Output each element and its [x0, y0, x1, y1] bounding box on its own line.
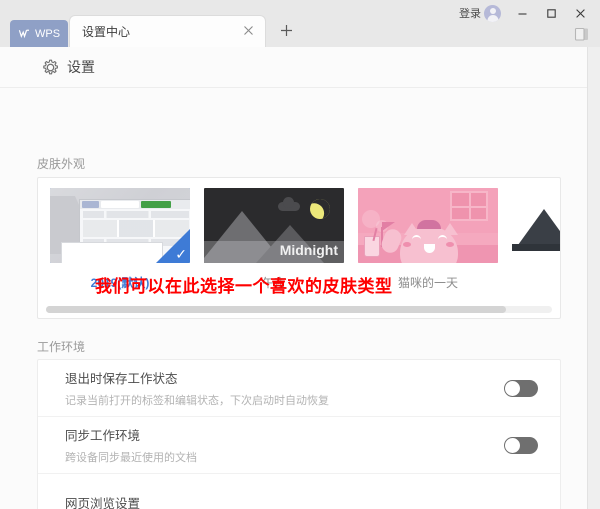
wps-settings-window: WPS 设置中心 登录 设置 皮肤外观 ✓ 2019(默认) Midnight …	[0, 0, 600, 509]
setting-row-save-state[interactable]: 退出时保存工作状态 记录当前打开的标签和编辑状态，下次启动时自动恢复	[38, 360, 560, 417]
toggle-sync-env[interactable]	[504, 436, 538, 454]
skin-art-caption-midnight: Midnight	[279, 242, 338, 258]
maximize-button[interactable]	[538, 1, 565, 25]
skin-thumb-cat[interactable]	[358, 188, 498, 263]
title-bar: WPS 设置中心 登录	[0, 0, 600, 47]
setting-sub-sync-env: 跨设备同步最近使用的文档	[65, 452, 197, 464]
setting-title-save-state: 退出时保存工作状态	[65, 372, 178, 386]
minimize-button[interactable]	[509, 1, 536, 25]
skin-thumb-midnight[interactable]: Midnight	[204, 188, 344, 263]
annotation-text: 我们可以在此选择一个喜欢的皮肤类型	[95, 277, 393, 296]
window-right-gutter	[588, 47, 600, 509]
gear-icon	[42, 59, 59, 76]
setting-title-sync-env: 同步工作环境	[65, 429, 141, 443]
work-settings-card: 退出时保存工作状态 记录当前打开的标签和编辑状态，下次启动时自动恢复 同步工作环…	[37, 359, 561, 509]
skin-thumb-2019[interactable]: ✓	[50, 188, 190, 263]
new-tab-button[interactable]	[275, 19, 297, 47]
page-header: 设置	[0, 47, 587, 88]
toggle-save-state[interactable]	[504, 379, 538, 397]
avatar-icon[interactable]	[484, 4, 501, 22]
cloud-icon	[278, 197, 300, 211]
login-button[interactable]: 登录	[459, 4, 501, 22]
tab-settings-center[interactable]: 设置中心	[70, 16, 265, 47]
moon-icon	[307, 196, 333, 222]
tab-wps-home[interactable]: WPS	[10, 20, 68, 47]
check-icon: ✓	[175, 246, 187, 262]
setting-row-web-browse[interactable]: 网页浏览设置	[38, 474, 560, 509]
side-panel-icon[interactable]	[574, 27, 590, 42]
wps-logo-icon	[18, 27, 32, 41]
skin-thumb-partial[interactable]	[512, 188, 560, 263]
tab-wps-label: WPS	[34, 27, 61, 40]
login-label: 登录	[459, 8, 481, 20]
page-title: 设置	[67, 59, 95, 75]
setting-title-web-browse: 网页浏览设置	[65, 496, 141, 509]
window-controls: 登录	[459, 0, 594, 26]
work-section-label: 工作环境	[37, 340, 86, 354]
setting-sub-save-state: 记录当前打开的标签和编辑状态，下次启动时自动恢复	[65, 395, 329, 407]
skin-gallery: ✓ 2019(默认) Midnight 午夜 猫咪的一天	[37, 177, 561, 319]
skin-gallery-scrollbar[interactable]	[46, 306, 552, 313]
skin-item-partial[interactable]	[512, 188, 560, 291]
skin-section-label: 皮肤外观	[37, 157, 86, 171]
skin-gallery-scrollbar-thumb[interactable]	[46, 306, 506, 313]
close-icon[interactable]	[241, 25, 255, 39]
tab-settings-center-label: 设置中心	[82, 25, 131, 39]
close-window-button[interactable]	[567, 1, 594, 25]
tab-strip: WPS 设置中心	[0, 16, 297, 47]
setting-row-sync-env[interactable]: 同步工作环境 跨设备同步最近使用的文档	[38, 417, 560, 474]
